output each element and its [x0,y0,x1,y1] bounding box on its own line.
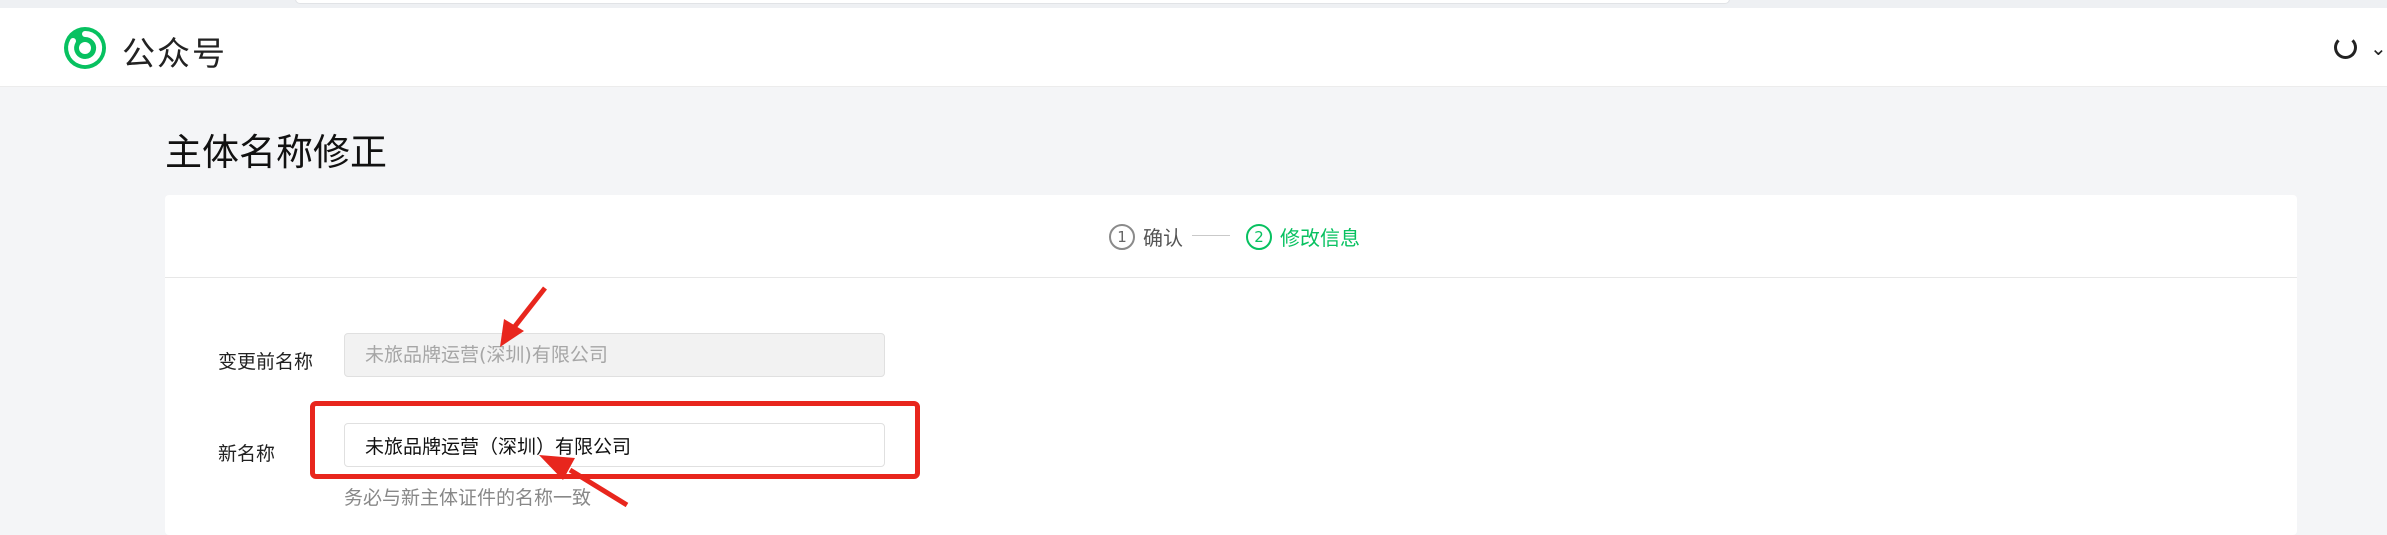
loading-spinner-icon [2334,36,2357,59]
browser-tab-bar [295,0,1730,4]
app-name[interactable]: 公众号 [122,27,227,75]
top-header: 公众号 ⌄ [0,8,2387,87]
steps-bar: 1 确认 2 修改信息 [165,195,2297,278]
step-label: 修改信息 [1280,226,1360,250]
step-confirm: 1 确认 [1109,222,1183,251]
step-connector [1192,235,1230,236]
chevron-down-icon[interactable]: ⌄ [2370,36,2387,60]
new-name-label: 新名称 [218,443,276,465]
step-modify-info: 2 修改信息 [1246,222,1360,251]
browser-top-strip [0,0,2387,8]
old-name-label: 变更前名称 [218,351,314,373]
old-name-field: 未旅品牌运营(深圳)有限公司 [344,333,885,377]
step-number: 1 [1109,223,1135,250]
page-title: 主体名称修正 [165,131,387,174]
annotation-arrow-icon [539,455,629,508]
annotation-arrow-icon [500,286,547,347]
step-number: 2 [1246,223,1272,250]
wechat-official-account-logo-icon[interactable] [62,25,108,71]
step-label: 确认 [1143,226,1183,250]
